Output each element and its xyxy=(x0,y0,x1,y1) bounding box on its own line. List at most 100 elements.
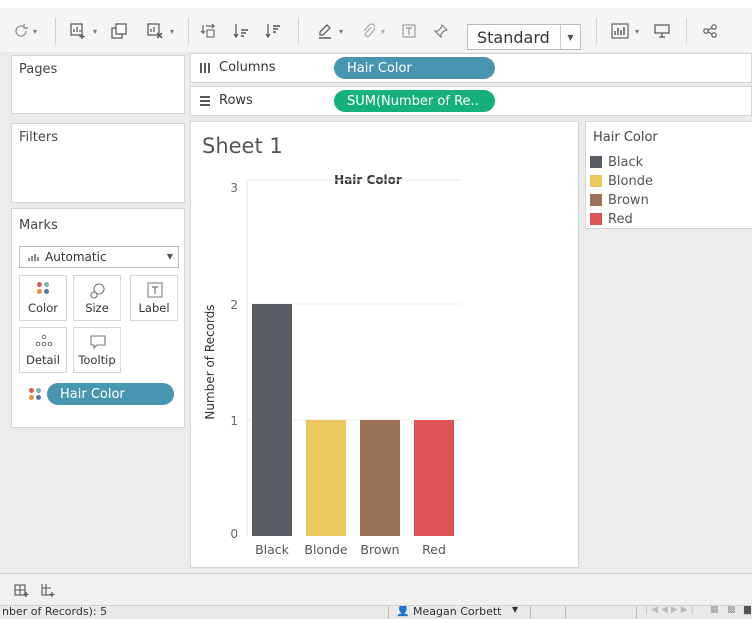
color-dots-icon xyxy=(29,388,41,400)
sort-descending-icon[interactable] xyxy=(262,20,286,42)
mark-type-dropdown[interactable]: Automatic ▼ xyxy=(19,246,179,268)
marks-pane: Marks Automatic ▼ Color Size Label Detai… xyxy=(11,208,185,428)
legend-swatch xyxy=(590,156,602,168)
y-axis-label: Number of Records xyxy=(203,304,217,419)
legend-item-blonde[interactable]: Blonde xyxy=(590,172,653,190)
detail-button-label: Detail xyxy=(26,353,60,367)
bar-brown xyxy=(360,420,400,536)
rows-shelf-label: Rows xyxy=(199,93,253,108)
label-button[interactable]: Label xyxy=(130,275,178,321)
color-button[interactable]: Color xyxy=(19,275,67,321)
rows-sum-pill[interactable]: SUM(Number of Re.. xyxy=(334,90,495,112)
legend-item-brown[interactable]: Brown xyxy=(590,191,649,209)
color-hair-color-pill[interactable]: Hair Color xyxy=(47,383,174,405)
y-tick-label: 2 xyxy=(230,298,238,312)
status-separator xyxy=(636,606,637,619)
toolbar-separator xyxy=(298,18,299,44)
x-tick-label: Blonde xyxy=(304,542,348,557)
y-tick-label: 3 xyxy=(230,181,238,195)
highlight-icon[interactable]: ▾ xyxy=(310,20,350,42)
chevron-down-icon[interactable]: ▼ xyxy=(512,606,518,614)
status-separator xyxy=(388,606,389,619)
legend-item-black[interactable]: Black xyxy=(590,153,643,171)
new-sheet-icon[interactable] xyxy=(14,582,30,602)
rows-icon xyxy=(200,95,210,106)
new-dashboard-icon[interactable] xyxy=(40,582,56,602)
show-me-icon[interactable]: ▾ xyxy=(606,20,644,42)
x-tick-label: Red xyxy=(422,542,446,557)
sort-ascending-icon[interactable] xyxy=(230,20,254,42)
tooltip-button-label: Tooltip xyxy=(78,353,116,367)
pin-icon[interactable] xyxy=(430,20,452,42)
tabs-icon[interactable]: █ xyxy=(744,606,751,615)
toolbar-separator xyxy=(188,18,189,44)
clear-sheet-icon[interactable]: ▾ xyxy=(138,20,182,42)
toolbar: ▾ ▾ ▾ ▾ ▾ Standard ▼ ▾ xyxy=(0,8,752,52)
worksheet-view: Sheet 1 Hair Color 0 1 2 3 Number of Records… xyxy=(190,121,579,568)
legend-item-label: Red xyxy=(608,211,633,227)
new-worksheet-icon[interactable]: ▾ xyxy=(63,20,103,42)
status-separator xyxy=(565,606,566,619)
legend-item-red[interactable]: Red xyxy=(590,210,633,228)
status-summary: nber of Records): 5 xyxy=(2,605,108,618)
filmstrip-icon[interactable]: ▩ xyxy=(727,606,736,615)
duplicate-sheet-icon[interactable] xyxy=(106,20,132,42)
legend-title: Hair Color xyxy=(593,130,658,145)
columns-icon xyxy=(200,62,210,73)
rows-shelf[interactable]: Rows SUM(Number of Re.. xyxy=(190,86,752,116)
size-button-label: Size xyxy=(85,301,109,315)
status-user[interactable]: Meagan Corbett xyxy=(413,606,502,618)
rows-pill-label: SUM(Number of Re.. xyxy=(347,93,479,109)
status-separator xyxy=(530,606,531,619)
mark-type-value: Automatic xyxy=(45,250,107,264)
filters-pane[interactable]: Filters xyxy=(11,123,185,203)
sheet-sorter-icon[interactable]: ▦ xyxy=(710,606,719,615)
paperclip-icon[interactable]: ▾ xyxy=(354,20,392,42)
columns-shelf-label: Columns xyxy=(199,60,276,75)
label-button-label: Label xyxy=(138,301,170,315)
pages-title: Pages xyxy=(19,62,58,77)
x-tick-label: Brown xyxy=(360,542,399,557)
bar-black xyxy=(252,304,292,536)
sheet-navigation-icon[interactable]: |◀◀▶▶| xyxy=(645,606,697,615)
tooltip-button[interactable]: Tooltip xyxy=(73,327,121,373)
legend-item-label: Black xyxy=(608,154,644,170)
pages-pane[interactable]: Pages xyxy=(11,55,185,114)
sheet-tab-bar xyxy=(0,573,752,605)
bar-chart-icon xyxy=(28,254,39,261)
y-tick-label: 1 xyxy=(230,414,238,428)
color-dots-icon xyxy=(37,282,49,294)
top-strip xyxy=(0,0,752,8)
toolbar-separator xyxy=(686,18,687,44)
x-tick-label: Black xyxy=(255,542,290,557)
columns-pill-label: Hair Color xyxy=(347,60,412,76)
status-bar: nber of Records): 5 👤 Meagan Corbett ▼ |… xyxy=(0,605,752,619)
detail-dots-icon xyxy=(35,334,53,347)
user-icon: 👤 xyxy=(396,605,410,617)
legend-item-label: Brown xyxy=(608,192,649,208)
legend-swatch xyxy=(590,194,602,206)
color-button-label: Color xyxy=(27,301,59,315)
tooltip-icon xyxy=(90,335,106,350)
columns-label: Columns xyxy=(219,60,276,75)
color-pill-label: Hair Color xyxy=(60,386,125,402)
chevron-down-icon: ▼ xyxy=(166,252,173,261)
fit-dropdown-value: Standard xyxy=(477,27,550,47)
legend-swatch xyxy=(590,175,602,187)
detail-button[interactable]: Detail xyxy=(19,327,67,373)
toolbar-separator xyxy=(596,18,597,44)
text-label-icon[interactable] xyxy=(398,20,420,42)
share-icon[interactable] xyxy=(698,20,722,42)
swap-axes-icon[interactable] xyxy=(196,20,220,42)
color-legend: Hair Color Black Blonde Brown Red xyxy=(585,121,752,229)
bar-blonde xyxy=(306,420,346,536)
presentation-icon[interactable] xyxy=(650,20,674,42)
fit-dropdown[interactable]: Standard ▼ xyxy=(467,24,581,50)
columns-hair-color-pill[interactable]: Hair Color xyxy=(334,57,495,79)
refresh-icon[interactable]: ▾ xyxy=(10,20,40,42)
rows-label: Rows xyxy=(219,93,253,108)
columns-shelf[interactable]: Columns Hair Color xyxy=(190,53,752,83)
chevron-down-icon: ▼ xyxy=(560,25,580,49)
size-button[interactable]: Size xyxy=(73,275,121,321)
y-tick-label: 0 xyxy=(230,527,238,541)
